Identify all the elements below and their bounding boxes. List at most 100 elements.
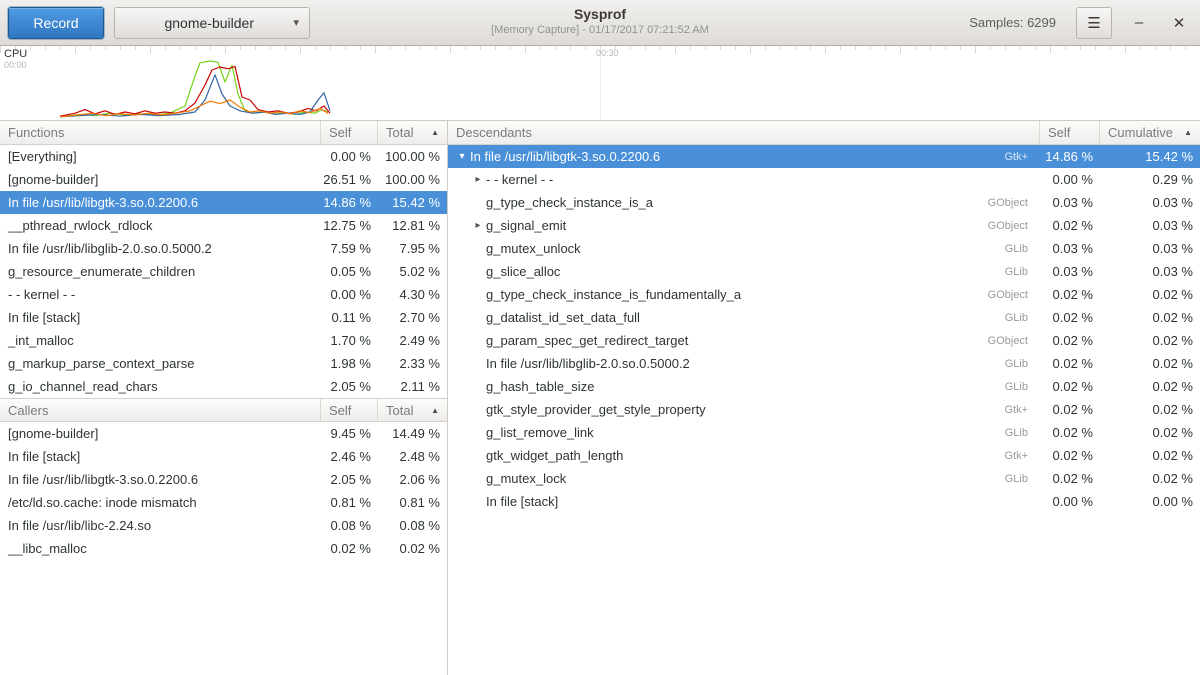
table-row[interactable]: __pthread_rwlock_rdlock 12.75 % 12.81 % (0, 214, 447, 237)
cumulative-percent: 0.00 % (1100, 494, 1200, 509)
self-column-header[interactable]: Self (1040, 121, 1100, 144)
table-row[interactable]: g_markup_parse_context_parse 1.98 % 2.33… (0, 352, 447, 375)
self-column-header[interactable]: Self (321, 121, 378, 144)
tree-row[interactable]: In file /usr/lib/libgtk-3.so.0.2200.6 Gt… (448, 145, 1200, 168)
cumulative-percent: 15.42 % (1100, 149, 1200, 164)
table-row[interactable]: - - kernel - - 0.00 % 4.30 % (0, 283, 447, 306)
category-label: GObject (988, 289, 1040, 301)
cpu-timeline-chart[interactable]: CPU 00:00 00:30 (0, 46, 1200, 121)
descendants-column-header[interactable]: Descendants (448, 121, 1040, 144)
descendants-table-body: In file /usr/lib/libgtk-3.so.0.2200.6 Gt… (448, 145, 1200, 513)
self-percent: 1.70 % (321, 333, 378, 348)
functions-pane: Functions Self Total ▲ [Everything] 0.00… (0, 121, 448, 675)
tree-row[interactable]: g_param_spec_get_redirect_target GObject… (448, 329, 1200, 352)
menu-button[interactable]: ☰ (1076, 7, 1112, 39)
table-row[interactable]: [Everything] 0.00 % 100.00 % (0, 145, 447, 168)
expander-icon[interactable] (454, 151, 470, 162)
cpu-label: CPU (4, 48, 27, 60)
self-percent: 0.02 % (1040, 425, 1100, 440)
tree-row[interactable]: gtk_style_provider_get_style_property Gt… (448, 398, 1200, 421)
samples-count: Samples: 6299 (969, 15, 1056, 30)
category-label: GLib (1005, 473, 1040, 485)
table-row[interactable]: [gnome-builder] 9.45 % 14.49 % (0, 422, 447, 445)
tree-row[interactable]: g_hash_table_size GLib 0.02 % 0.02 % (448, 375, 1200, 398)
self-percent: 0.08 % (321, 518, 378, 533)
tree-row[interactable]: g_slice_alloc GLib 0.03 % 0.03 % (448, 260, 1200, 283)
expander-icon[interactable] (470, 174, 486, 185)
total-percent: 5.02 % (378, 264, 447, 279)
self-percent: 0.02 % (1040, 218, 1100, 233)
cumulative-percent: 0.02 % (1100, 379, 1200, 394)
record-button[interactable]: Record (8, 7, 104, 39)
self-percent: 0.02 % (1040, 402, 1100, 417)
table-row[interactable]: /etc/ld.so.cache: inode mismatch 0.81 % … (0, 491, 447, 514)
tree-row[interactable]: g_mutex_lock GLib 0.02 % 0.02 % (448, 467, 1200, 490)
category-label: GLib (1005, 381, 1040, 393)
functions-column-header[interactable]: Functions (0, 121, 321, 144)
total-percent: 2.11 % (378, 379, 447, 394)
total-percent: 0.02 % (378, 541, 447, 556)
self-percent: 0.02 % (321, 541, 378, 556)
total-column-header[interactable]: Total ▲ (378, 399, 447, 421)
cumulative-percent: 0.02 % (1100, 471, 1200, 486)
tree-row[interactable]: gtk_widget_path_length Gtk+ 0.02 % 0.02 … (448, 444, 1200, 467)
expander-icon[interactable] (470, 220, 486, 231)
cumulative-percent: 0.02 % (1100, 333, 1200, 348)
tree-row[interactable]: g_type_check_instance_is_fundamentally_a… (448, 283, 1200, 306)
category-label: GLib (1005, 312, 1040, 324)
window-title-block: Sysprof [Memory Capture] - 01/17/2017 07… (491, 6, 709, 37)
tree-row[interactable]: g_type_check_instance_is_a GObject 0.03 … (448, 191, 1200, 214)
table-row[interactable]: In file /usr/lib/libgtk-3.so.0.2200.6 14… (0, 191, 447, 214)
total-column-header[interactable]: Total ▲ (378, 121, 447, 144)
cumulative-percent: 0.03 % (1100, 264, 1200, 279)
tree-row[interactable]: g_mutex_unlock GLib 0.03 % 0.03 % (448, 237, 1200, 260)
self-column-header[interactable]: Self (321, 399, 378, 421)
category-label: Gtk+ (1004, 450, 1040, 462)
minimize-button[interactable]: – (1126, 10, 1152, 36)
self-percent: 12.75 % (321, 218, 378, 233)
close-button[interactable]: ✕ (1166, 10, 1192, 36)
total-column-label: Total (386, 403, 413, 418)
close-icon: ✕ (1173, 15, 1186, 32)
category-label: GLib (1005, 266, 1040, 278)
tree-row[interactable]: g_datalist_id_set_data_full GLib 0.02 % … (448, 306, 1200, 329)
cumulative-percent: 0.02 % (1100, 356, 1200, 371)
table-row[interactable]: In file /usr/lib/libglib-2.0.so.0.5000.2… (0, 237, 447, 260)
function-name: - - kernel - - (486, 172, 1028, 187)
total-percent: 12.81 % (378, 218, 447, 233)
self-percent: 0.02 % (1040, 333, 1100, 348)
table-row[interactable]: g_io_channel_read_chars 2.05 % 2.11 % (0, 375, 447, 398)
self-percent: 14.86 % (1040, 149, 1100, 164)
tree-row[interactable]: - - kernel - - 0.00 % 0.29 % (448, 168, 1200, 191)
table-row[interactable]: In file /usr/lib/libgtk-3.so.0.2200.6 2.… (0, 468, 447, 491)
table-row[interactable]: _int_malloc 1.70 % 2.49 % (0, 329, 447, 352)
function-name: gtk_style_provider_get_style_property (486, 402, 1004, 417)
table-row[interactable]: In file [stack] 2.46 % 2.48 % (0, 445, 447, 468)
function-name: In file /usr/lib/libglib-2.0.so.0.5000.2 (0, 241, 321, 256)
function-name: - - kernel - - (0, 287, 321, 302)
function-name: g_io_channel_read_chars (0, 379, 321, 394)
table-row[interactable]: g_resource_enumerate_children 0.05 % 5.0… (0, 260, 447, 283)
tree-row[interactable]: g_signal_emit GObject 0.02 % 0.03 % (448, 214, 1200, 237)
functions-table-body: [Everything] 0.00 % 100.00 % [gnome-buil… (0, 145, 447, 398)
table-row[interactable]: In file /usr/lib/libc-2.24.so 0.08 % 0.0… (0, 514, 447, 537)
tree-row[interactable]: In file [stack] 0.00 % 0.00 % (448, 490, 1200, 513)
sysprof-window: Record gnome-builder ▾ Sysprof [Memory C… (0, 0, 1200, 675)
total-percent: 0.08 % (378, 518, 447, 533)
tree-row[interactable]: g_list_remove_link GLib 0.02 % 0.02 % (448, 421, 1200, 444)
category-label: GObject (988, 197, 1040, 209)
table-row[interactable]: In file [stack] 0.11 % 2.70 % (0, 306, 447, 329)
profile-dropdown[interactable]: gnome-builder ▾ (114, 7, 310, 39)
cumulative-percent: 0.02 % (1100, 287, 1200, 302)
self-percent: 0.03 % (1040, 195, 1100, 210)
function-name: [gnome-builder] (0, 172, 321, 187)
function-name: In file /usr/lib/libglib-2.0.so.0.5000.2 (486, 356, 1005, 371)
callers-column-header[interactable]: Callers (0, 399, 321, 421)
total-percent: 2.33 % (378, 356, 447, 371)
tree-row[interactable]: In file /usr/lib/libglib-2.0.so.0.5000.2… (448, 352, 1200, 375)
category-label: Gtk+ (1004, 404, 1040, 416)
table-row[interactable]: [gnome-builder] 26.51 % 100.00 % (0, 168, 447, 191)
cumulative-column-header[interactable]: Cumulative ▲ (1100, 121, 1200, 144)
self-percent: 0.05 % (321, 264, 378, 279)
table-row[interactable]: __libc_malloc 0.02 % 0.02 % (0, 537, 447, 560)
